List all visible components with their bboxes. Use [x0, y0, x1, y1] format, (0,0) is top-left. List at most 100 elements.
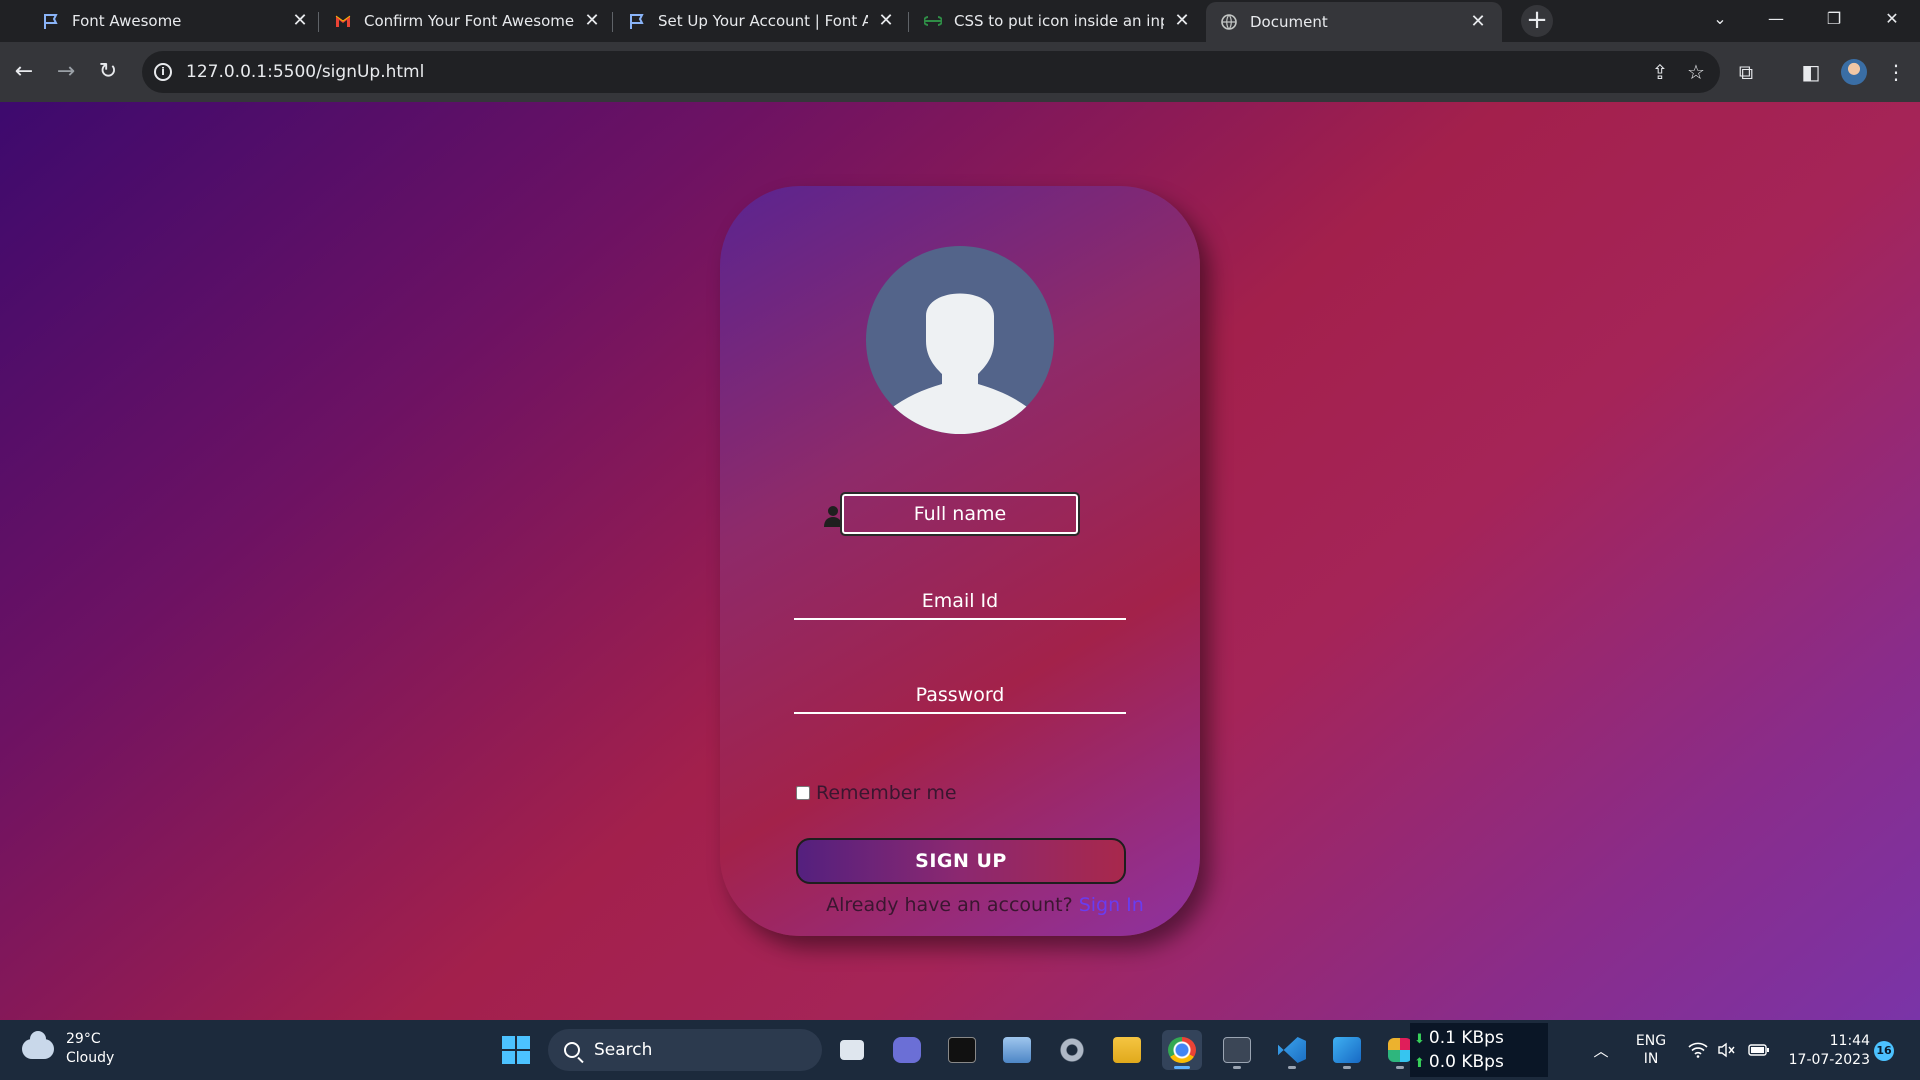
- password-input[interactable]: [794, 678, 1126, 714]
- new-tab-button[interactable]: +: [1521, 5, 1553, 37]
- profile-placeholder-image: [866, 246, 1054, 434]
- flag-icon: [44, 14, 58, 29]
- account-prompt-text: Already have an account?: [826, 894, 1079, 916]
- tab-search-chevron-icon[interactable]: ⌄: [1692, 0, 1748, 40]
- weather-temp: 29°C: [66, 1031, 101, 1047]
- fullname-row: [720, 492, 1200, 536]
- url-text[interactable]: 127.0.0.1:5500/signUp.html: [186, 62, 1642, 82]
- notification-badge[interactable]: 16: [1874, 1041, 1894, 1061]
- tab-strip: Font Awesome ✕ Confirm Your Font Awesome…: [0, 0, 1920, 42]
- slack-icon: [1388, 1038, 1412, 1062]
- taskbar-search[interactable]: Search: [548, 1029, 822, 1071]
- network-speed-widget: ⬇ 0.1 KBps ⬆ 0.0 KBps: [1410, 1023, 1548, 1077]
- tab-title: Document: [1250, 13, 1328, 31]
- signin-link[interactable]: Sign In: [1079, 894, 1144, 916]
- signup-button[interactable]: SIGN UP: [796, 838, 1126, 884]
- lang-bottom: IN: [1643, 1051, 1659, 1067]
- chevron-up-icon[interactable]: ︿: [1586, 1020, 1616, 1080]
- lang-top: ENG: [1635, 1033, 1667, 1049]
- back-arrow-icon[interactable]: ←: [6, 54, 42, 90]
- teams-icon: [893, 1037, 921, 1063]
- share-icon[interactable]: ⇪: [1642, 54, 1678, 90]
- wifi-icon[interactable]: [1684, 1020, 1712, 1080]
- gear-icon: [1059, 1037, 1085, 1063]
- folder-icon: [1113, 1037, 1141, 1063]
- close-icon[interactable]: ✕: [1468, 12, 1488, 32]
- terminal-app-button[interactable]: [942, 1030, 982, 1070]
- tab-set-up-account[interactable]: Set Up Your Account | Font Awe ✕: [614, 0, 910, 42]
- close-icon[interactable]: ✕: [1172, 11, 1192, 31]
- tab-separator: [318, 12, 319, 32]
- windows-logo-icon: [502, 1036, 530, 1064]
- photos-app-button[interactable]: [997, 1030, 1037, 1070]
- speaker-muted-icon[interactable]: [1714, 1020, 1740, 1080]
- site-info-icon[interactable]: i: [154, 63, 172, 81]
- language-indicator[interactable]: ENG IN: [1628, 1032, 1674, 1068]
- tab-separator: [612, 12, 613, 32]
- globe-icon: [1221, 14, 1237, 30]
- tab-title: Font Awesome: [72, 12, 182, 30]
- fullname-input[interactable]: [840, 492, 1080, 536]
- user-icon: [824, 506, 842, 527]
- vscode-app-button[interactable]: [1272, 1030, 1312, 1070]
- console-icon: [1223, 1037, 1251, 1063]
- tab-css-icon-input[interactable]: CSS to put icon inside an input ✕: [910, 0, 1206, 42]
- search-label: Search: [594, 1040, 653, 1060]
- restore-button[interactable]: ❐: [1806, 0, 1862, 40]
- battery-icon[interactable]: [1744, 1020, 1774, 1080]
- chrome-icon: [1168, 1037, 1196, 1063]
- signin-prompt: Already have an account? Sign In: [720, 894, 1200, 916]
- browser-toolbar: ← → ↻ i 127.0.0.1:5500/signUp.html ⇪ ☆ ⧉…: [0, 42, 1920, 102]
- remember-me-row: Remember me: [796, 782, 957, 804]
- address-bar[interactable]: i 127.0.0.1:5500/signUp.html ⇪ ☆: [142, 51, 1720, 93]
- chrome-app-button[interactable]: [1162, 1030, 1202, 1070]
- remember-me-checkbox[interactable]: [796, 786, 810, 800]
- settings-app-button[interactable]: [1052, 1030, 1092, 1070]
- task-view-button[interactable]: [832, 1030, 872, 1070]
- download-arrow-icon: ⬇: [1414, 1032, 1425, 1047]
- side-panel-icon[interactable]: ◧: [1793, 54, 1829, 90]
- minimize-button[interactable]: —: [1748, 0, 1804, 40]
- tab-title: Confirm Your Font Awesome Ac: [364, 12, 574, 30]
- clock-time: 11:44: [1829, 1033, 1870, 1049]
- tab-title: Set Up Your Account | Font Awe: [658, 12, 868, 30]
- close-window-button[interactable]: ✕: [1864, 0, 1920, 40]
- clock[interactable]: 11:44 17-07-2023: [1784, 1032, 1870, 1070]
- tab-separator: [908, 12, 909, 32]
- reload-icon[interactable]: ↻: [90, 54, 126, 90]
- tab-font-awesome[interactable]: Font Awesome ✕: [28, 0, 324, 42]
- profile-avatar[interactable]: [1841, 59, 1867, 85]
- upload-arrow-icon: ⬆: [1414, 1056, 1425, 1071]
- forward-arrow-icon[interactable]: →: [48, 54, 84, 90]
- weather-widget[interactable]: 29°C Cloudy: [22, 1030, 114, 1068]
- start-button[interactable]: [496, 1030, 536, 1070]
- remember-me-label[interactable]: Remember me: [816, 782, 957, 804]
- signup-card: Remember me SIGN UP Already have an acco…: [720, 186, 1200, 936]
- snip-icon: [1333, 1037, 1361, 1063]
- search-icon: [564, 1042, 580, 1058]
- tab-title: CSS to put icon inside an input: [954, 12, 1164, 30]
- close-icon[interactable]: ✕: [582, 11, 602, 31]
- vscode-icon: [1278, 1037, 1306, 1063]
- terminal-icon: [948, 1037, 976, 1063]
- bookmark-star-icon[interactable]: ☆: [1678, 54, 1714, 90]
- menu-kebab-icon[interactable]: ⋮: [1878, 54, 1914, 90]
- clock-date: 17-07-2023: [1788, 1052, 1870, 1068]
- page-background: Remember me SIGN UP Already have an acco…: [0, 102, 1920, 1020]
- flag-icon: [630, 14, 644, 29]
- file-explorer-button[interactable]: [1107, 1030, 1147, 1070]
- close-icon[interactable]: ✕: [290, 11, 310, 31]
- close-icon[interactable]: ✕: [876, 11, 896, 31]
- task-view-icon: [840, 1040, 864, 1060]
- extensions-puzzle-icon[interactable]: ⧉: [1728, 54, 1764, 90]
- windows-taskbar: 29°C Cloudy Search ⬇ 0.1 KBps ⬆ 0.0 KBps…: [0, 1020, 1920, 1080]
- tab-confirm-font-awesome[interactable]: Confirm Your Font Awesome Ac ✕: [320, 0, 616, 42]
- teams-chat-button[interactable]: [887, 1030, 927, 1070]
- email-input[interactable]: [794, 584, 1126, 620]
- net-up: 0.0 KBps: [1428, 1052, 1504, 1072]
- terminal-preview-button[interactable]: [1217, 1030, 1257, 1070]
- tab-document[interactable]: Document ✕: [1206, 2, 1502, 42]
- person-silhouette-icon: [866, 293, 1054, 434]
- snipping-tool-button[interactable]: [1327, 1030, 1367, 1070]
- net-down: 0.1 KBps: [1428, 1028, 1504, 1048]
